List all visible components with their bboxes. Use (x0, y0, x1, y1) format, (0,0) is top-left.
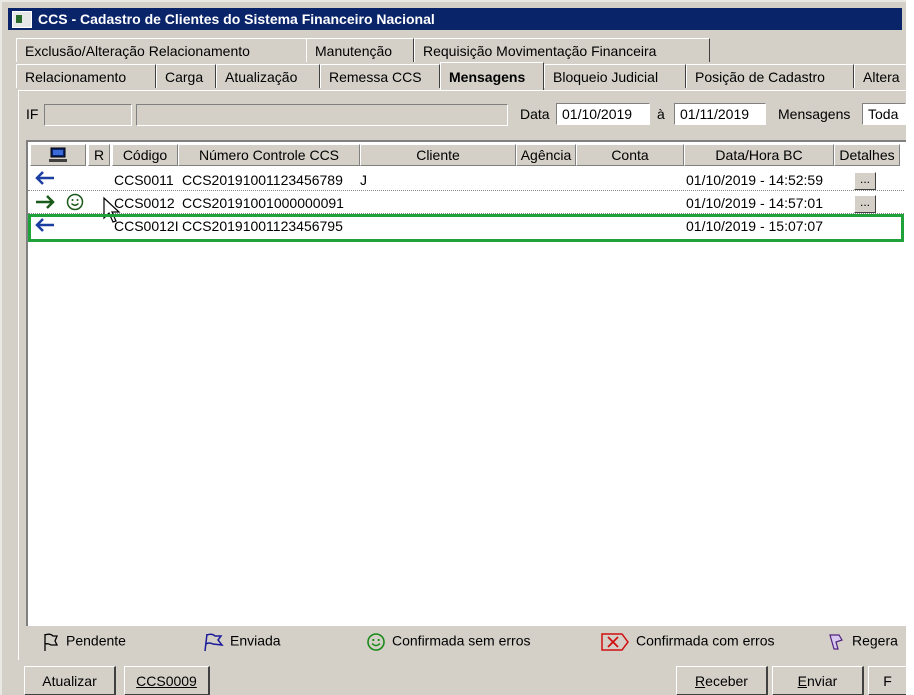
cell-codigo: CCS0012I (114, 218, 179, 234)
tab-atualizacao[interactable]: Atualização (216, 64, 320, 88)
if-label: IF (26, 106, 39, 122)
date-from-field[interactable]: 01/10/2019 (556, 103, 650, 125)
header-conta[interactable]: Conta (576, 144, 684, 166)
flag-outline-icon (44, 633, 59, 651)
legend-confirmada-com-erros: Confirmada com erros (600, 632, 775, 652)
tab-carga[interactable]: Carga (156, 64, 216, 88)
computer-icon (49, 147, 67, 162)
messages-grid: R Código Número Controle CCS Cliente Agê… (26, 140, 906, 626)
receber-button[interactable]: Receber (676, 666, 768, 695)
tab-manutencao[interactable]: Manutenção (306, 38, 414, 62)
partial-button[interactable]: F (868, 666, 906, 695)
app-icon (12, 11, 32, 28)
cell-data-hora: 01/10/2019 - 15:07:07 (686, 218, 824, 234)
cell-numero: CCS20191001123456789 (182, 172, 343, 188)
mouse-cursor-icon (103, 196, 121, 223)
enviar-mnemonic: E (797, 673, 807, 689)
legend-label: Regera (852, 632, 898, 649)
legend-enviada: Enviada (202, 632, 281, 652)
arrow-left-icon (35, 218, 54, 232)
cell-numero: CCS20191001123456795 (182, 218, 343, 234)
date-to-field[interactable]: 01/11/2019 (674, 103, 766, 125)
legend-label: Confirmada com erros (636, 632, 775, 649)
legend-regera: Regera (826, 632, 898, 652)
header-detalhes[interactable]: Detalhes (834, 144, 900, 166)
header-cliente[interactable]: Cliente (360, 144, 516, 166)
if-name-field[interactable] (136, 104, 508, 126)
header-r[interactable]: R (88, 144, 110, 166)
header-data-hora[interactable]: Data/Hora BC (684, 144, 834, 166)
tab-altera[interactable]: Altera (854, 64, 906, 88)
atualizar-button[interactable]: Atualizar (24, 666, 116, 695)
mensagens-label: Mensagens (778, 106, 851, 122)
table-row[interactable]: CCS0012I CCS20191001123456795 01/10/2019… (28, 214, 904, 238)
tab-mensagens[interactable]: Mensagens (440, 62, 544, 90)
tab-bloqueio-judicial[interactable]: Bloqueio Judicial (544, 64, 686, 88)
header-agencia[interactable]: Agência (516, 144, 576, 166)
legend-label: Pendente (66, 632, 126, 649)
enviar-button[interactable]: Enviar (772, 666, 864, 695)
legend-label: Confirmada sem erros (392, 632, 531, 649)
details-button[interactable]: ... (854, 172, 876, 190)
ccs0009-label: CCS0009 (136, 673, 197, 689)
window-title: CCS - Cadastro de Clientes do Sistema Fi… (38, 11, 435, 27)
cell-numero: CCS20191001000000091 (182, 195, 344, 211)
tab-remessa-ccs[interactable]: Remessa CCS (320, 64, 440, 88)
title-bar: CCS - Cadastro de Clientes do Sistema Fi… (8, 8, 902, 30)
data-label: Data (520, 106, 550, 122)
regera-icon (829, 634, 843, 650)
receber-mnemonic: R (695, 673, 706, 689)
header-computer[interactable] (30, 144, 86, 166)
arrow-right-icon (36, 195, 55, 209)
smiley-icon (66, 193, 84, 211)
enviar-label: nviar (806, 673, 838, 689)
flag-blue-icon (204, 633, 224, 652)
if-code-field[interactable] (44, 104, 132, 126)
legend-pendente: Pendente (42, 632, 126, 652)
tab-posicao-cadastro[interactable]: Posição de Cadastro (686, 64, 854, 88)
cell-codigo: CCS0012 (114, 195, 175, 211)
table-row[interactable]: CCS0012 CCS20191001000000091 01/10/2019 … (28, 190, 904, 214)
mensagens-select[interactable]: Toda (862, 103, 906, 125)
cell-data-hora: 01/10/2019 - 14:52:59 (686, 172, 824, 188)
arrow-left-icon (35, 171, 54, 185)
legend-label: Enviada (230, 632, 281, 649)
app-window: CCS - Cadastro de Clientes do Sistema Fi… (0, 0, 906, 695)
receber-label: eceber (705, 673, 748, 689)
cell-codigo: CCS0011 (114, 172, 174, 188)
tab-relacionamento[interactable]: Relacionamento (16, 64, 156, 88)
legend-confirmada-sem-erros: Confirmada sem erros (366, 632, 531, 652)
cell-cliente: J (360, 172, 367, 188)
smiley-icon (367, 633, 385, 651)
table-row[interactable]: CCS0011 CCS20191001123456789 J 01/10/201… (28, 168, 904, 192)
header-codigo[interactable]: Código (112, 144, 178, 166)
tab-requisicao-movimentacao[interactable]: Requisição Movimentação Financeira (414, 38, 710, 62)
red-x-icon (601, 633, 629, 651)
header-numero-controle[interactable]: Número Controle CCS (178, 144, 360, 166)
ccs0009-button[interactable]: CCS0009 (124, 666, 210, 695)
a-label: à (657, 106, 665, 122)
cell-data-hora: 01/10/2019 - 14:57:01 (686, 195, 824, 211)
tab-exclusao-alteracao[interactable]: Exclusão/Alteração Relacionamento (16, 38, 308, 62)
details-button[interactable]: ... (854, 195, 876, 213)
